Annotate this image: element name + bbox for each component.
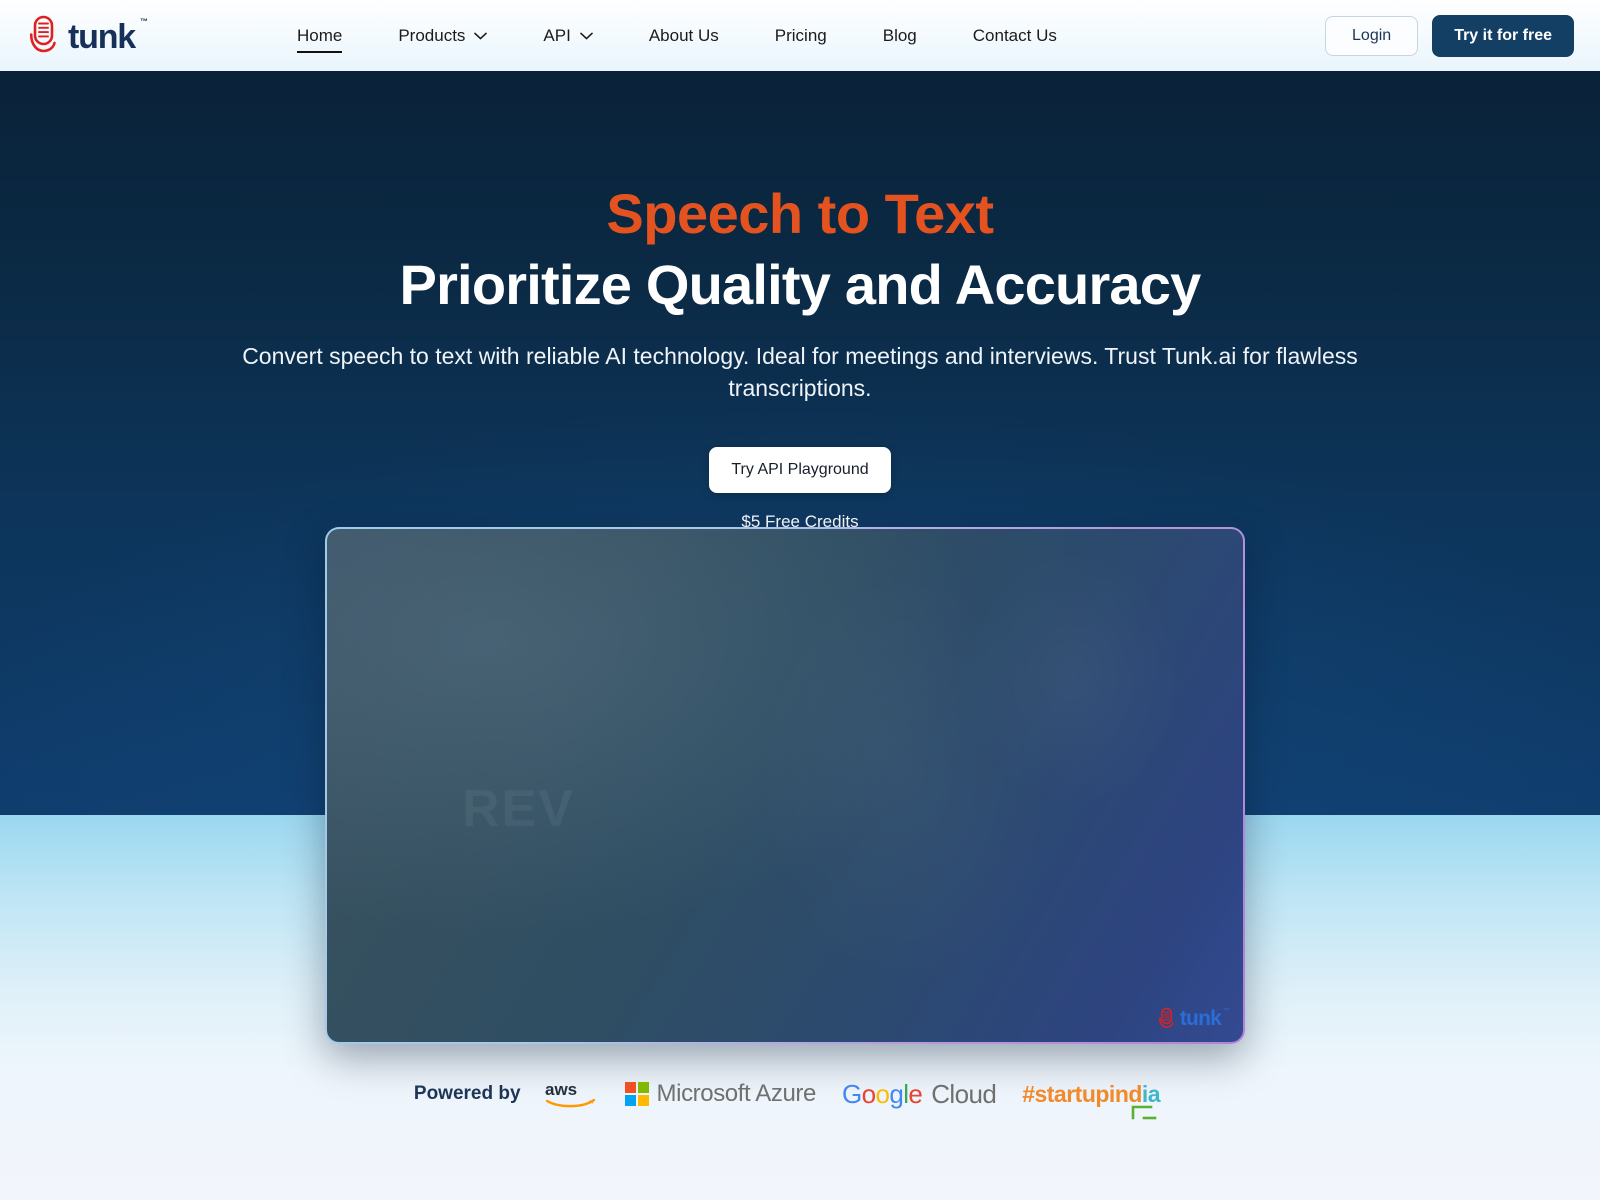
nav-item-contact-us[interactable]: Contact Us [945, 16, 1085, 56]
nav-label-home: Home [296, 25, 343, 53]
aws-logo-slot: aws [543, 1078, 599, 1110]
watermark-trademark: ™ [1223, 1008, 1229, 1014]
google-letter-o2: o [875, 1078, 890, 1109]
microsoft-squares-icon [624, 1082, 649, 1106]
watermark-brand-name: tunk [1179, 1007, 1222, 1030]
hero-video-surface: REV tunk ™ [327, 529, 1243, 1042]
hero-video-panel[interactable]: REV tunk ™ [325, 527, 1245, 1044]
try-it-for-free-button[interactable]: Try it for free [1432, 14, 1574, 57]
hero-subheading: Convert speech to text with reliable AI … [242, 343, 1358, 402]
powered-by-label: Powered by [413, 1083, 521, 1104]
nav-item-about-us[interactable]: About Us [621, 16, 747, 56]
try-api-playground-button[interactable]: Try API Playground [709, 447, 891, 494]
nav-label-contact-us: Contact Us [972, 25, 1057, 45]
google-letter-o1: o [861, 1078, 876, 1109]
brand-name: tunk [68, 17, 136, 56]
google-cloud-logo-slot: G o o g l e Cloud [841, 1078, 997, 1110]
chevron-down-icon [580, 32, 593, 39]
svg-text:aws: aws [545, 1080, 577, 1099]
aws-logo: aws [545, 1080, 595, 1108]
startup-india-logo-slot: #startupind ia [1022, 1080, 1161, 1119]
hero-cta-wrapper: Try API Playground $5 Free Credits [0, 447, 1600, 532]
nav-item-blog[interactable]: Blog [855, 16, 945, 56]
nav-item-products[interactable]: Products [370, 16, 515, 56]
google-letter-g1: G [841, 1078, 862, 1109]
nav-item-api[interactable]: API [515, 16, 620, 56]
nav-label-products: Products [398, 25, 466, 45]
video-background-text: REV [462, 780, 575, 838]
startup-india-text-orange: #startupind [1022, 1080, 1142, 1107]
brand-logo[interactable]: tunk ™ [28, 14, 148, 58]
powered-by-section: Powered by aws Microsoft Azure G o o g l [0, 1078, 1600, 1119]
landing-page: tunk ™ Home Products API About Us Pricin… [0, 0, 1600, 1200]
startup-india-flag-icon [1131, 1105, 1157, 1119]
video-glow-b [963, 549, 1183, 809]
microphone-logo-icon [29, 15, 56, 52]
nav-label-blog: Blog [882, 25, 917, 45]
nav-label-pricing: Pricing [774, 25, 827, 45]
login-button[interactable]: Login [1325, 15, 1419, 56]
site-header: tunk ™ Home Products API About Us Pricin… [0, 0, 1600, 71]
nav-item-home[interactable]: Home [269, 16, 370, 56]
header-actions: Login Try it for free [1325, 14, 1574, 57]
microsoft-azure-label: Microsoft Azure [656, 1080, 817, 1107]
google-letter-e: e [908, 1078, 923, 1109]
chevron-down-icon [474, 32, 488, 39]
main-navigation: Home Products API About Us Pricing Blog … [269, 16, 1085, 56]
brand-trademark: ™ [139, 17, 148, 26]
nav-label-api: API [543, 25, 571, 45]
nav-item-pricing[interactable]: Pricing [747, 16, 855, 56]
nav-label-about-us: About Us [648, 25, 719, 45]
hero-eyebrow-heading: Speech to Text [606, 182, 994, 245]
microsoft-azure-logo-slot: Microsoft Azure [624, 1080, 817, 1108]
video-watermark: tunk ™ [1158, 1006, 1229, 1032]
hero-content: Speech to Text Prioritize Quality and Ac… [0, 182, 1600, 532]
hero-main-heading: Prioritize Quality and Accuracy [399, 253, 1202, 317]
microphone-logo-icon [1158, 1007, 1174, 1029]
google-cloud-label: Cloud [931, 1078, 997, 1109]
google-letter-g2: g [889, 1078, 904, 1109]
